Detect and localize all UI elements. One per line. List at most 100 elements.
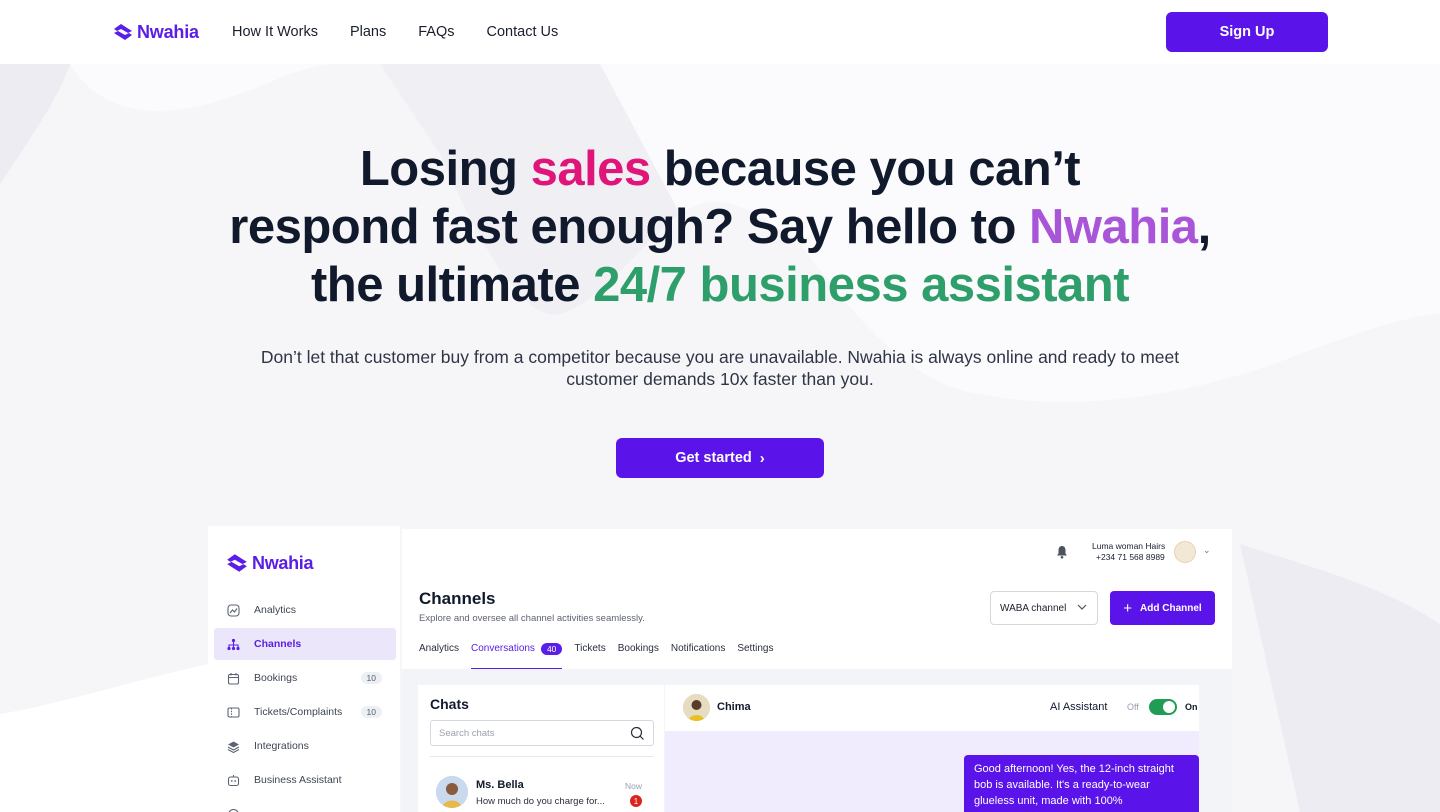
tab-notifications[interactable]: Notifications xyxy=(671,643,725,669)
chat-contact-name: Ms. Bella xyxy=(476,779,524,791)
sidebar-item-business-assistant[interactable]: Business Assistant xyxy=(214,764,396,796)
chat-preview: How much do you charge for... xyxy=(476,796,605,807)
assistant-icon xyxy=(226,773,240,787)
headline-text: , xyxy=(1197,200,1212,254)
sidebar-item-integrations[interactable]: Integrations xyxy=(214,730,396,762)
unread-badge: 1 xyxy=(630,795,642,807)
tab-conversations[interactable]: Conversations 40 xyxy=(471,643,563,669)
channel-tabs: Analytics Conversations 40 Tickets Bookin… xyxy=(419,643,785,669)
brand-logo[interactable]: Nwahia xyxy=(112,20,199,44)
chevron-down-icon[interactable]: ⌄ xyxy=(1203,545,1211,556)
sidebar-item-partial[interactable] xyxy=(214,798,396,812)
top-navbar: Nwahia How It Works Plans FAQs Contact U… xyxy=(0,0,1440,64)
avatar xyxy=(683,694,710,721)
chats-panel: Chats Search chats Ms. Bella Now How muc… xyxy=(418,685,664,812)
ai-assistant-label: AI Assistant xyxy=(1050,701,1108,713)
tab-label: Bookings xyxy=(617,643,659,654)
nav-link-contact-us[interactable]: Contact Us xyxy=(487,22,559,42)
divider xyxy=(430,756,654,757)
toggle-knob xyxy=(1163,701,1175,713)
analytics-icon xyxy=(226,603,240,617)
headline-text: Losing xyxy=(359,142,531,196)
message-bubble: Good afternoon! Yes, the 12-inch straigh… xyxy=(964,755,1199,812)
sign-up-button[interactable]: Sign Up xyxy=(1166,12,1328,52)
dashboard-preview: Nwahia Analytics Channels Bookings 10 Ti… xyxy=(208,526,1232,812)
dashboard-header: Luma woman Hairs +234 71 568 8989 ⌄ Chan… xyxy=(402,529,1232,669)
circle-icon xyxy=(226,807,240,812)
sidebar-item-label: Bookings xyxy=(254,672,298,684)
tab-tickets[interactable]: Tickets xyxy=(574,643,605,669)
conversation-header: Chima AI Assistant Off On xyxy=(665,685,1199,731)
tab-label: Settings xyxy=(737,643,774,654)
plus-icon: + xyxy=(1123,599,1133,617)
sidebar-item-analytics[interactable]: Analytics xyxy=(214,594,396,626)
sidebar-item-label: Channels xyxy=(254,638,302,650)
headline-text: because you can’t xyxy=(650,142,1081,196)
dashboard-main: Luma woman Hairs +234 71 568 8989 ⌄ Chan… xyxy=(402,529,1232,812)
hero-section: Losing sales because you can’t respond f… xyxy=(0,140,1440,314)
page-subtitle: Explore and oversee all channel activiti… xyxy=(419,613,645,624)
nwahia-logo-icon xyxy=(227,554,247,572)
tab-settings[interactable]: Settings xyxy=(737,643,773,669)
sidebar-item-channels[interactable]: Channels xyxy=(214,628,396,660)
tab-label: Conversations xyxy=(471,643,535,654)
ticket-icon xyxy=(226,705,240,719)
layers-icon xyxy=(226,739,240,753)
channels-icon xyxy=(226,637,240,651)
dashboard-content: Chats Search chats Ms. Bella Now How muc… xyxy=(402,669,1232,812)
add-channel-button[interactable]: + Add Channel xyxy=(1110,591,1215,625)
nwahia-logo-icon xyxy=(114,24,132,40)
conversations-count-badge: 40 xyxy=(540,643,563,655)
conversation-contact-name: Chima xyxy=(717,701,751,713)
get-started-button[interactable]: Get started › xyxy=(616,438,824,478)
account-avatar[interactable] xyxy=(1174,541,1196,563)
sidebar-item-bookings[interactable]: Bookings 10 xyxy=(214,662,396,694)
dashboard-brand-logo[interactable]: Nwahia xyxy=(225,552,314,574)
headline-highlight-sales: sales xyxy=(530,142,652,196)
brand-name: Nwahia xyxy=(137,21,199,42)
bookings-count-badge: 10 xyxy=(360,672,382,684)
account-info[interactable]: Luma woman Hairs +234 71 568 8989 xyxy=(1092,541,1165,563)
tab-label: Tickets xyxy=(574,643,606,654)
tab-label: Analytics xyxy=(419,643,460,654)
bell-icon[interactable] xyxy=(1056,545,1068,559)
headline-highlight-assistant: 24/7 business assistant xyxy=(593,258,1130,312)
ai-assistant-toggle[interactable] xyxy=(1149,699,1177,715)
chat-search-placeholder: Search chats xyxy=(439,727,495,739)
headline-text: respond fast enough? Say hello to xyxy=(229,200,1030,254)
hero-headline: Losing sales because you can’t respond f… xyxy=(0,140,1440,314)
channel-select-value: WABA channel xyxy=(1000,602,1067,614)
get-started-label: Get started xyxy=(675,450,752,466)
page-title: Channels xyxy=(419,589,496,608)
add-channel-label: Add Channel xyxy=(1140,602,1202,614)
tickets-count-badge: 10 xyxy=(360,706,382,718)
nav-link-faqs[interactable]: FAQs xyxy=(418,22,454,42)
nav-link-how-it-works[interactable]: How It Works xyxy=(232,22,318,42)
tab-analytics[interactable]: Analytics xyxy=(419,643,459,669)
toggle-off-label: Off xyxy=(1127,702,1139,712)
toggle-on-label: On xyxy=(1185,702,1198,712)
tab-label: Notifications xyxy=(670,643,726,654)
nav-links: How It Works Plans FAQs Contact Us xyxy=(232,22,590,42)
nav-link-plans[interactable]: Plans xyxy=(350,22,386,42)
chat-search-input[interactable]: Search chats xyxy=(430,720,654,746)
account-name: Luma woman Hairs xyxy=(1092,541,1166,551)
sidebar-item-tickets[interactable]: Tickets/Complaints 10 xyxy=(214,696,396,728)
avatar xyxy=(436,776,468,808)
search-icon xyxy=(630,726,644,740)
chats-title: Chats xyxy=(430,696,469,712)
conversation-panel: Chima AI Assistant Off On Good afternoon… xyxy=(665,685,1199,812)
sidebar-item-label: Integrations xyxy=(254,740,309,752)
sidebar-item-label: Tickets/Complaints xyxy=(254,706,343,718)
dashboard-brand-name: Nwahia xyxy=(252,552,314,573)
account-phone: +234 71 568 8989 xyxy=(1096,552,1165,562)
chat-time: Now xyxy=(624,781,642,791)
chevron-down-icon xyxy=(1076,601,1088,616)
channel-select[interactable]: WABA channel xyxy=(990,591,1098,625)
dashboard-sidebar: Nwahia Analytics Channels Bookings 10 Ti… xyxy=(208,526,400,812)
headline-highlight-brand: Nwahia xyxy=(1029,200,1198,254)
headline-text: the ultimate xyxy=(310,258,594,312)
chevron-right-icon: › xyxy=(759,449,765,467)
chat-list-item[interactable]: Ms. Bella Now How much do you charge for… xyxy=(430,773,654,812)
tab-bookings[interactable]: Bookings xyxy=(618,643,659,669)
